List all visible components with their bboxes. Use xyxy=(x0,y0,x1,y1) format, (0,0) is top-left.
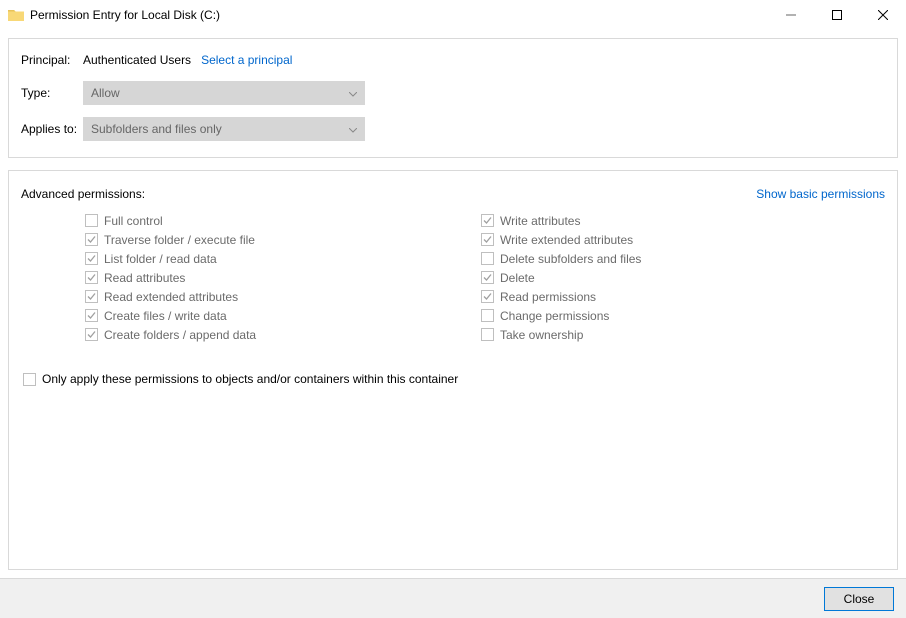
permission-label: Read permissions xyxy=(500,290,596,304)
permission-checkbox[interactable] xyxy=(85,214,98,227)
permission-checkbox[interactable] xyxy=(85,233,98,246)
permission-checkbox[interactable] xyxy=(481,214,494,227)
chevron-down-icon xyxy=(349,122,357,136)
permission-item: Delete xyxy=(481,268,641,287)
applies-to-select-value: Subfolders and files only xyxy=(91,122,222,136)
minimize-button[interactable] xyxy=(768,0,814,30)
chevron-down-icon xyxy=(349,86,357,100)
permission-label: Take ownership xyxy=(500,328,583,342)
maximize-button[interactable] xyxy=(814,0,860,30)
select-principal-link[interactable]: Select a principal xyxy=(201,53,292,67)
only-apply-row: Only apply these permissions to objects … xyxy=(21,372,885,386)
permission-item: Write attributes xyxy=(481,211,641,230)
type-row: Type: Allow xyxy=(21,81,885,105)
applies-to-select[interactable]: Subfolders and files only xyxy=(83,117,365,141)
permission-item: Create folders / append data xyxy=(85,325,457,344)
window-title: Permission Entry for Local Disk (C:) xyxy=(30,8,220,22)
permission-checkbox[interactable] xyxy=(481,233,494,246)
permission-label: Write attributes xyxy=(500,214,580,228)
permission-checkbox[interactable] xyxy=(85,271,98,284)
permissions-panel: Advanced permissions: Show basic permiss… xyxy=(8,170,898,570)
permission-checkbox[interactable] xyxy=(481,309,494,322)
close-window-button[interactable] xyxy=(860,0,906,30)
folder-icon xyxy=(8,8,24,22)
permission-checkbox[interactable] xyxy=(481,290,494,303)
permission-label: Write extended attributes xyxy=(500,233,633,247)
permission-label: Traverse folder / execute file xyxy=(104,233,255,247)
permission-item: Change permissions xyxy=(481,306,641,325)
close-button[interactable]: Close xyxy=(824,587,894,611)
permission-checkbox[interactable] xyxy=(85,290,98,303)
principal-row: Principal: Authenticated Users Select a … xyxy=(21,53,885,67)
permission-label: Read extended attributes xyxy=(104,290,238,304)
permission-label: Read attributes xyxy=(104,271,185,285)
permission-label: List folder / read data xyxy=(104,252,217,266)
principal-panel: Principal: Authenticated Users Select a … xyxy=(8,38,898,158)
permission-label: Full control xyxy=(104,214,163,228)
permission-item: Delete subfolders and files xyxy=(481,249,641,268)
permission-checkbox[interactable] xyxy=(85,328,98,341)
permission-item: Read permissions xyxy=(481,287,641,306)
permission-item: List folder / read data xyxy=(85,249,457,268)
only-apply-checkbox[interactable] xyxy=(23,373,36,386)
permission-item: Read attributes xyxy=(85,268,457,287)
permission-label: Delete subfolders and files xyxy=(500,252,641,266)
footer: Close xyxy=(0,578,906,618)
type-select-value: Allow xyxy=(91,86,120,100)
permission-item: Take ownership xyxy=(481,325,641,344)
permission-item: Full control xyxy=(85,211,457,230)
type-select[interactable]: Allow xyxy=(83,81,365,105)
permission-label: Change permissions xyxy=(500,309,609,323)
permission-item: Create files / write data xyxy=(85,306,457,325)
show-basic-permissions-link[interactable]: Show basic permissions xyxy=(756,187,885,201)
applies-to-label: Applies to: xyxy=(21,122,83,136)
only-apply-label: Only apply these permissions to objects … xyxy=(42,372,458,386)
permission-item: Write extended attributes xyxy=(481,230,641,249)
permission-checkbox[interactable] xyxy=(85,309,98,322)
principal-label: Principal: xyxy=(21,53,83,67)
permission-label: Create folders / append data xyxy=(104,328,256,342)
permission-checkbox[interactable] xyxy=(481,252,494,265)
permission-checkbox[interactable] xyxy=(481,271,494,284)
permission-checkbox[interactable] xyxy=(85,252,98,265)
applies-to-row: Applies to: Subfolders and files only xyxy=(21,117,885,141)
permission-item: Read extended attributes xyxy=(85,287,457,306)
window-controls xyxy=(768,0,906,30)
principal-value: Authenticated Users xyxy=(83,53,191,67)
permission-label: Create files / write data xyxy=(104,309,227,323)
permissions-column-right: Write attributes Write extended attribute… xyxy=(457,211,641,344)
titlebar: Permission Entry for Local Disk (C:) xyxy=(0,0,906,30)
permission-item: Traverse folder / execute file xyxy=(85,230,457,249)
type-label: Type: xyxy=(21,86,83,100)
permission-checkbox[interactable] xyxy=(481,328,494,341)
permissions-title: Advanced permissions: xyxy=(21,187,145,201)
permissions-column-left: Full control Traverse folder / execute fi… xyxy=(21,211,457,344)
permission-label: Delete xyxy=(500,271,535,285)
